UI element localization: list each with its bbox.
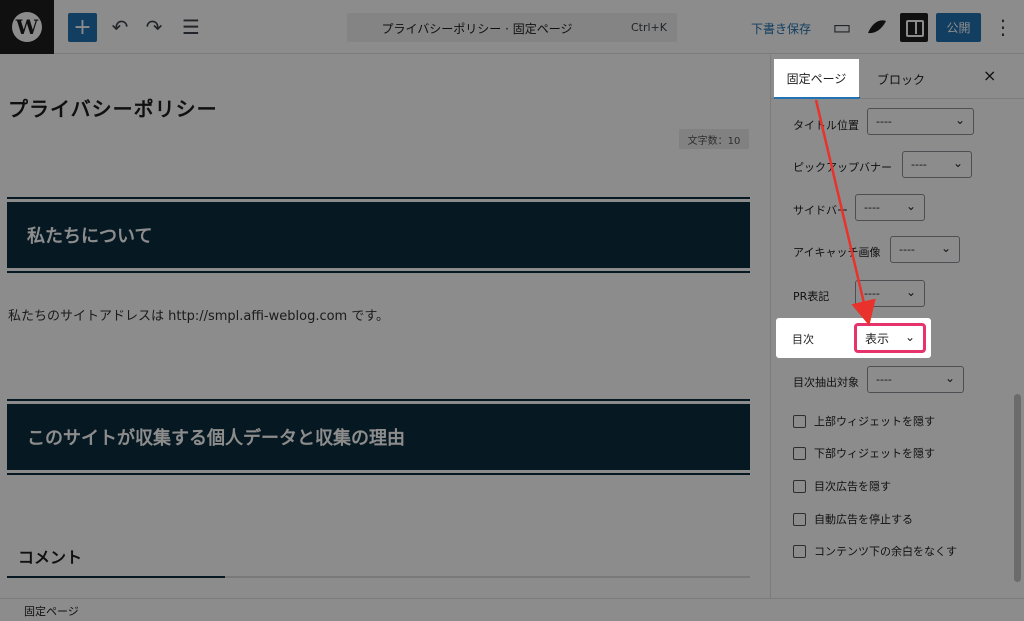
- field-pickup-banner-label: ピックアップバナー: [793, 161, 892, 174]
- editor-toolbar: W + ↶ ↷ ☰ プライバシーポリシー · 固定ページ Ctrl+K 下書き保…: [0, 0, 1024, 54]
- pr-value: ----: [864, 287, 880, 300]
- preview-icon[interactable]: ▭: [829, 14, 855, 40]
- leaf-icon: [868, 20, 886, 34]
- checkbox-box[interactable]: [793, 544, 806, 558]
- save-draft-button[interactable]: 下書き保存: [751, 20, 811, 37]
- tab-block[interactable]: ブロック: [863, 59, 939, 99]
- chevron-down-icon: ⌄: [904, 330, 915, 344]
- checkbox-label: 下部ウィジェットを隠す: [814, 447, 935, 460]
- checkbox-label: コンテンツ下の余白をなくす: [814, 545, 957, 558]
- field-pr-label: PR表記: [793, 290, 830, 303]
- document-title-bar[interactable]: プライバシーポリシー · 固定ページ Ctrl+K: [347, 13, 677, 42]
- chevron-down-icon: ⌄: [940, 241, 951, 255]
- sidebar-value: ----: [864, 201, 880, 214]
- pickup-banner-value: ----: [911, 158, 927, 171]
- highlighted-toc-row: 目次 表示 ⌄: [776, 318, 931, 358]
- pr-select[interactable]: ---- ⌄: [855, 280, 925, 307]
- field-toc-target-label: 目次抽出対象: [793, 376, 859, 389]
- eyecatch-select[interactable]: ---- ⌄: [890, 236, 960, 263]
- checkbox-stop-auto-ads[interactable]: 自動広告を停止する: [793, 511, 913, 527]
- checkbox-box[interactable]: [793, 446, 806, 460]
- highlighted-tab-page[interactable]: 固定ページ: [774, 59, 859, 99]
- wordpress-logo-button[interactable]: W: [0, 0, 54, 54]
- checkbox-hide-toc-ads[interactable]: 目次広告を隠す: [793, 478, 891, 494]
- page-title[interactable]: プライバシーポリシー: [8, 93, 218, 122]
- checkbox-label: 上部ウィジェットを隠す: [814, 415, 935, 428]
- eyecatch-value: ----: [899, 243, 915, 256]
- pickup-banner-select[interactable]: ---- ⌄: [902, 151, 972, 178]
- character-count-badge: 文字数：10: [679, 129, 749, 149]
- wordpress-icon: W: [12, 12, 42, 42]
- title-position-value: ----: [876, 115, 892, 128]
- more-options-icon[interactable]: ⋮: [990, 14, 1016, 40]
- publish-button[interactable]: 公開: [936, 13, 981, 42]
- chevron-down-icon: ⌄: [905, 199, 916, 213]
- heading-personal-data[interactable]: このサイトが収集する個人データと収集の理由: [7, 399, 750, 475]
- breadcrumb-item-page[interactable]: 固定ページ: [24, 603, 79, 619]
- checkbox-hide-bottom-widget[interactable]: 下部ウィジェットを隠す: [793, 445, 935, 461]
- toc-target-value: ----: [876, 373, 892, 386]
- redo-icon[interactable]: ↷: [141, 14, 167, 40]
- close-icon[interactable]: ×: [983, 66, 996, 85]
- theme-leaf-icon[interactable]: [864, 14, 890, 40]
- chevron-down-icon: ⌄: [952, 156, 963, 170]
- field-sidebar-label: サイドバー: [793, 204, 848, 217]
- toc-target-select[interactable]: ---- ⌄: [867, 366, 964, 393]
- title-position-select[interactable]: ---- ⌄: [867, 108, 974, 135]
- list-view-icon[interactable]: ☰: [178, 14, 204, 40]
- settings-sidebar-toggle[interactable]: [900, 13, 928, 42]
- site-address-paragraph[interactable]: 私たちのサイトアドレスは http://smpl.affi-weblog.com…: [8, 305, 389, 324]
- sidebar-select[interactable]: ---- ⌄: [855, 194, 925, 221]
- checkbox-remove-bottom-margin[interactable]: コンテンツ下の余白をなくす: [793, 543, 957, 559]
- checkbox-box[interactable]: [793, 479, 806, 493]
- document-title: プライバシーポリシー · 固定ページ: [381, 22, 573, 36]
- heading-about-us[interactable]: 私たちについて: [7, 197, 750, 273]
- checkbox-hide-top-widget[interactable]: 上部ウィジェットを隠す: [793, 413, 935, 429]
- toc-label: 目次: [792, 333, 814, 346]
- editor-canvas[interactable]: プライバシーポリシー 文字数：10 私たちについて 私たちのサイトアドレスは h…: [0, 55, 757, 598]
- sidebar-scrollbar[interactable]: [1014, 394, 1021, 582]
- undo-icon[interactable]: ↶: [107, 14, 133, 40]
- command-shortcut: Ctrl+K: [630, 21, 667, 34]
- chevron-down-icon: ⌄: [905, 285, 916, 299]
- checkbox-box[interactable]: [793, 512, 806, 526]
- toc-select[interactable]: 表示 ⌄: [854, 323, 926, 353]
- block-breadcrumb: 固定ページ: [0, 598, 1024, 621]
- checkbox-box[interactable]: [793, 414, 806, 428]
- chevron-down-icon: ⌄: [944, 371, 955, 385]
- field-title-position-label: タイトル位置: [793, 119, 859, 132]
- toc-value: 表示: [865, 331, 890, 346]
- chevron-down-icon: ⌄: [954, 113, 965, 127]
- comment-heading-underline: [7, 576, 750, 578]
- comment-heading[interactable]: コメント: [18, 544, 82, 568]
- field-eyecatch-label: アイキャッチ画像: [793, 246, 881, 259]
- checkbox-label: 自動広告を停止する: [814, 513, 913, 526]
- checkbox-label: 目次広告を隠す: [814, 480, 891, 493]
- add-block-button[interactable]: +: [68, 13, 97, 42]
